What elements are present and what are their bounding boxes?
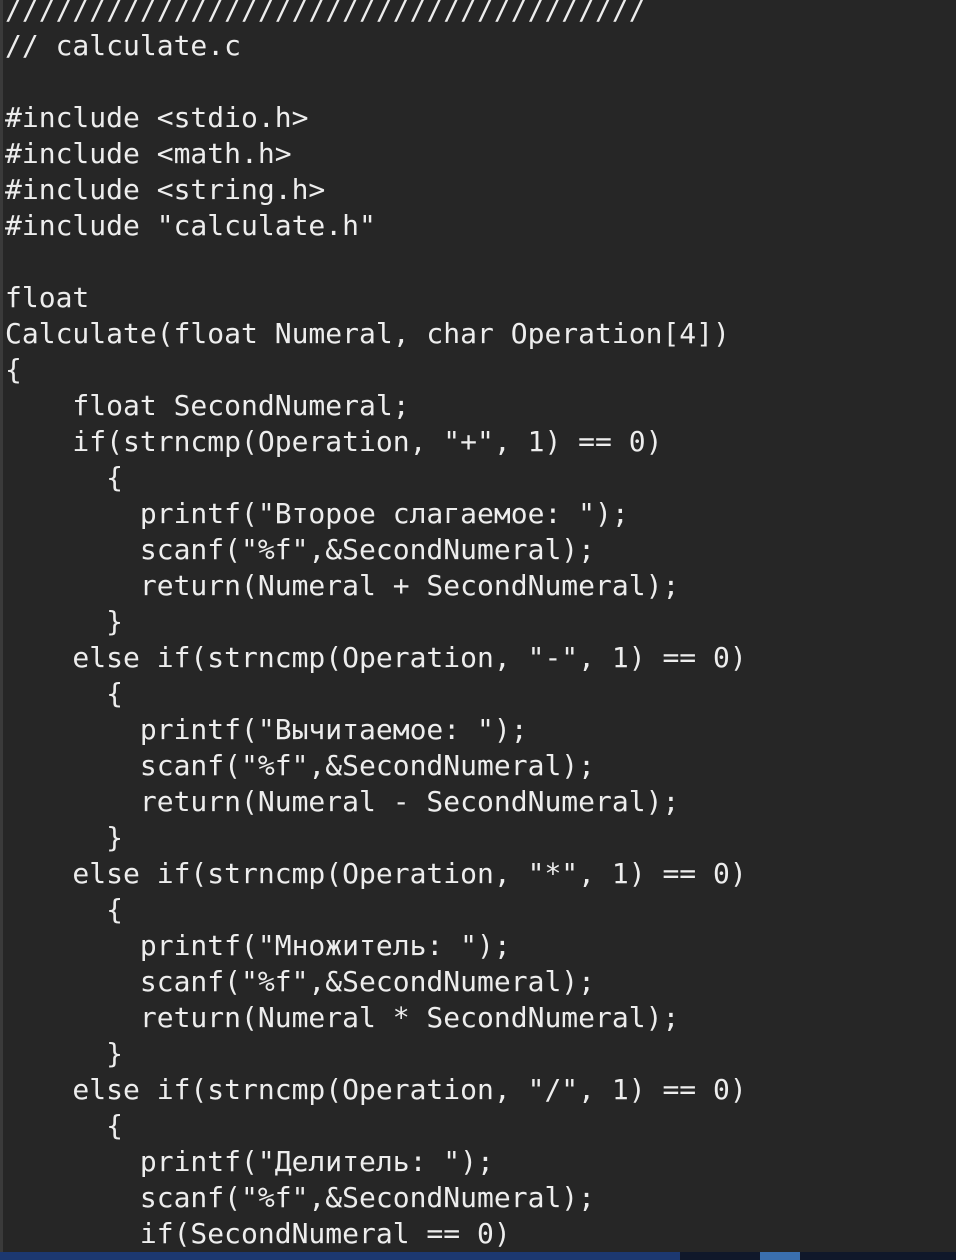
code-line: printf("Делитель: "); xyxy=(5,1145,494,1178)
code-line: { xyxy=(5,353,22,386)
code-line: if(SecondNumeral == 0) xyxy=(5,1217,511,1250)
desktop-wallpaper-dark-region xyxy=(680,1252,956,1260)
code-line: { xyxy=(5,1109,124,1142)
terminal-window[interactable]: ////////////////////////////////////// //… xyxy=(0,0,956,1252)
code-line: float SecondNumeral; xyxy=(5,389,410,422)
code-line: #include <math.h> xyxy=(5,137,292,170)
code-line: else if(strncmp(Operation, "-", 1) == 0) xyxy=(5,641,747,674)
code-line: printf("Множитель: "); xyxy=(5,929,511,962)
code-line: #include "calculate.h" xyxy=(5,209,376,242)
code-line: float xyxy=(5,281,90,314)
code-line: return(Numeral + SecondNumeral); xyxy=(5,569,680,602)
code-line: Calculate(float Numeral, char Operation[… xyxy=(5,317,730,350)
window-left-border xyxy=(0,0,3,1252)
code-line: { xyxy=(5,677,124,710)
code-line: // calculate.c xyxy=(5,29,242,62)
code-line: #include <stdio.h> xyxy=(5,101,309,134)
code-line: scanf("%f",&SecondNumeral); xyxy=(5,965,596,998)
code-editor-text-area[interactable]: ////////////////////////////////////// //… xyxy=(5,0,950,1252)
code-line: scanf("%f",&SecondNumeral); xyxy=(5,1181,596,1214)
code-line: scanf("%f",&SecondNumeral); xyxy=(5,533,596,566)
code-line: else if(strncmp(Operation, "*", 1) == 0) xyxy=(5,857,747,890)
code-line: return(Numeral * SecondNumeral); xyxy=(5,1001,680,1034)
code-line: { xyxy=(5,461,124,494)
code-line: printf("Второе слагаемое: "); xyxy=(5,497,629,530)
code-line: } xyxy=(5,821,124,854)
code-line: ////////////////////////////////////// xyxy=(5,0,646,26)
code-line: scanf("%f",&SecondNumeral); xyxy=(5,749,596,782)
code-line: { xyxy=(5,893,124,926)
code-line: } xyxy=(5,1037,124,1070)
code-line: else if(strncmp(Operation, "/", 1) == 0) xyxy=(5,1073,747,1106)
code-line: #include <string.h> xyxy=(5,173,326,206)
desktop-wallpaper-light-region xyxy=(760,1252,800,1260)
code-line: } xyxy=(5,605,124,638)
code-line: return(Numeral - SecondNumeral); xyxy=(5,785,680,818)
code-line: printf("Вычитаемое: "); xyxy=(5,713,528,746)
code-line: if(strncmp(Operation, "+", 1) == 0) xyxy=(5,425,663,458)
